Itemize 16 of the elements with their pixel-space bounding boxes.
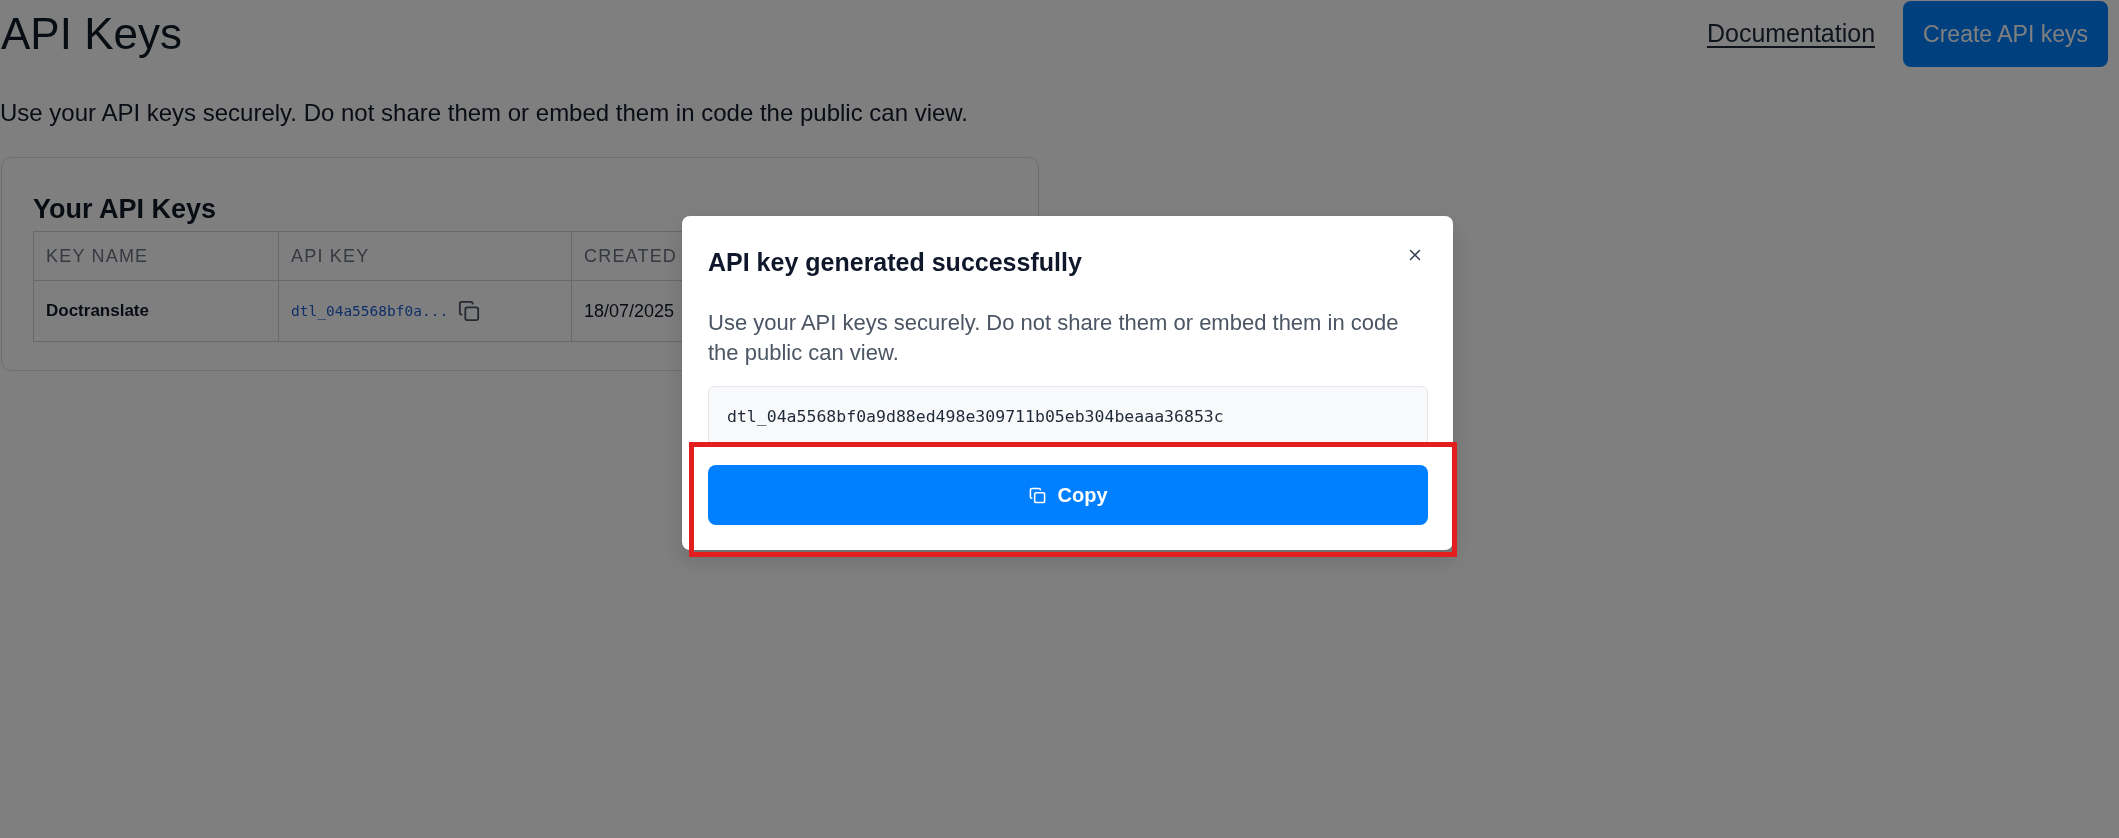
page-title: API Keys	[1, 7, 182, 60]
page-description: Use your API keys securely. Do not share them or embed them in code the public can view.	[0, 98, 970, 128]
api-key-text: dtl_04a5568bf0a...	[291, 303, 449, 319]
column-header: API KEY	[291, 245, 370, 266]
key-name-text: Doctranslate	[46, 301, 149, 320]
column-header: KEY NAME	[46, 245, 149, 266]
copy-icon	[1028, 486, 1046, 504]
copy-icon[interactable]	[458, 300, 481, 322]
dialog-description: Use your API keys securely. Do not share them or embed them in code the public can view.	[708, 309, 1400, 367]
dialog-title: API key generated successfully	[708, 247, 1082, 278]
copy-button[interactable]: Copy	[708, 465, 1428, 525]
create-api-keys-button[interactable]: Create API keys	[1903, 1, 2108, 67]
card-title: Your API Keys	[33, 193, 218, 226]
created-date-text: 18/07/2025	[584, 300, 675, 321]
column-header: CREATED	[584, 245, 678, 266]
documentation-link[interactable]: Documentation	[1706, 19, 1876, 48]
